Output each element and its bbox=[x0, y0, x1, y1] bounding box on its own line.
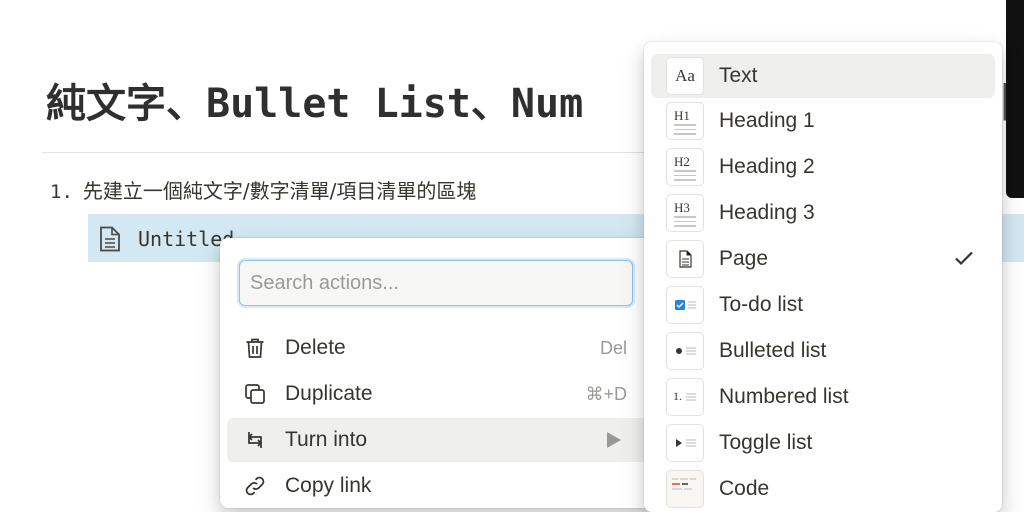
numbered-list-label: Numbered list bbox=[719, 385, 849, 408]
search-box bbox=[239, 260, 633, 306]
page-label: Page bbox=[719, 247, 769, 270]
checkbox-thumb-icon bbox=[666, 286, 704, 324]
edge-dark-panel bbox=[1006, 0, 1024, 198]
code-label: Code bbox=[719, 477, 770, 500]
checkmark-icon bbox=[953, 247, 975, 274]
heading-1-label: Heading 1 bbox=[719, 109, 815, 132]
numbered-list-item[interactable]: 1. 先建立一個純文字/數字清單/項目清單的區塊 bbox=[50, 176, 476, 207]
heading-1-thumb-icon: H1 bbox=[666, 102, 704, 140]
turn-into-page[interactable]: Page bbox=[651, 237, 995, 281]
text-thumb-icon: Aa bbox=[666, 57, 704, 95]
turn-into-icon bbox=[243, 428, 267, 452]
toggle-thumb-icon bbox=[666, 424, 704, 462]
heading-2-thumb-icon: H2 bbox=[666, 148, 704, 186]
bullet-thumb-icon bbox=[666, 332, 704, 370]
toggle-list-label: Toggle list bbox=[719, 431, 813, 454]
duplicate-icon bbox=[243, 382, 267, 406]
link-icon bbox=[243, 474, 267, 498]
turn-into-bulleted-list[interactable]: Bulleted list bbox=[651, 329, 995, 373]
delete-label: Delete bbox=[285, 336, 346, 359]
search-actions-input[interactable] bbox=[250, 261, 620, 305]
duplicate-shortcut: ⌘+D bbox=[585, 384, 627, 404]
turn-into-todo-list[interactable]: To-do list bbox=[651, 283, 995, 327]
delete-shortcut: Del bbox=[599, 338, 627, 358]
duplicate-label: Duplicate bbox=[285, 382, 373, 405]
actions-menu: Delete Del Duplicate ⌘+D Turn into Copy … bbox=[220, 238, 660, 508]
text-label: Text bbox=[719, 64, 758, 87]
trash-icon bbox=[243, 336, 267, 360]
turn-into-numbered-list[interactable]: 1. Numbered list bbox=[651, 375, 995, 419]
duplicate-menu-item[interactable]: Duplicate ⌘+D bbox=[227, 372, 657, 416]
turn-into-label: Turn into bbox=[285, 428, 368, 451]
turn-into-code[interactable]: Code bbox=[651, 467, 995, 511]
copy-link-label: Copy link bbox=[285, 474, 372, 497]
page-thumb-icon bbox=[666, 240, 704, 278]
bulleted-list-label: Bulleted list bbox=[719, 339, 827, 362]
heading-3-thumb-icon: H3 bbox=[666, 194, 704, 232]
delete-menu-item[interactable]: Delete Del bbox=[227, 326, 657, 370]
turn-into-toggle-list[interactable]: Toggle list bbox=[651, 421, 995, 465]
list-item-text: 先建立一個純文字/數字清單/項目清單的區塊 bbox=[82, 179, 477, 203]
submenu-arrow-icon bbox=[607, 432, 621, 448]
list-number: 1. bbox=[50, 181, 73, 203]
turn-into-heading-1[interactable]: H1 Heading 1 bbox=[651, 99, 995, 143]
numbered-thumb-icon: 1. bbox=[666, 378, 704, 416]
copy-link-menu-item[interactable]: Copy link bbox=[227, 464, 657, 508]
page-icon bbox=[98, 226, 122, 257]
heading-3-label: Heading 3 bbox=[719, 201, 815, 224]
turn-into-menu-item[interactable]: Turn into bbox=[227, 418, 657, 462]
heading-2-label: Heading 2 bbox=[719, 155, 815, 178]
turn-into-menu: Aa Text H1 Heading 1 H2 Heading 2 H3 Hea… bbox=[644, 42, 1002, 512]
page-title: 純文字、Bullet List、Num bbox=[46, 81, 584, 127]
turn-into-heading-3[interactable]: H3 Heading 3 bbox=[651, 191, 995, 235]
turn-into-text[interactable]: Aa Text bbox=[651, 54, 995, 98]
todo-list-label: To-do list bbox=[719, 293, 804, 316]
turn-into-heading-2[interactable]: H2 Heading 2 bbox=[651, 145, 995, 189]
code-thumb-icon bbox=[666, 470, 704, 508]
title-divider bbox=[42, 152, 662, 153]
